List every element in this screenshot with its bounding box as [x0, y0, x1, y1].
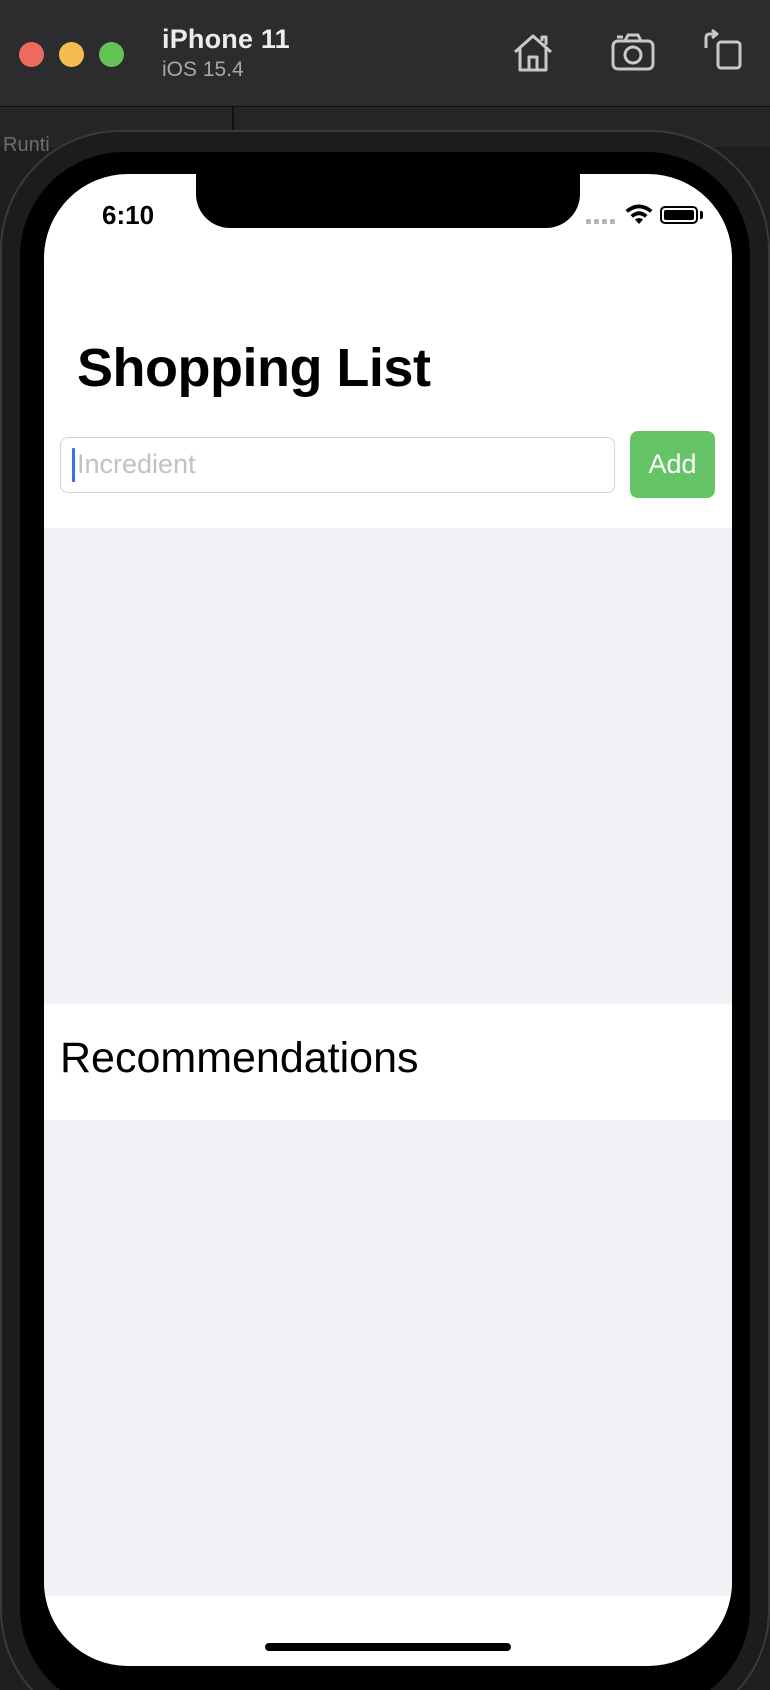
battery-cap	[700, 211, 703, 219]
device-os-version: iOS 15.4	[162, 58, 244, 81]
recommendations-header: Recommendations	[60, 1034, 419, 1082]
wifi-icon	[624, 202, 654, 226]
close-window-button[interactable]	[19, 42, 44, 67]
shopping-list[interactable]	[44, 528, 732, 1004]
screenshot-icon[interactable]	[609, 28, 657, 76]
status-time: 6:10	[102, 200, 155, 230]
simulator-window: iPhone 11 iOS 15.4 Runti 6:10 Shopping L…	[0, 0, 770, 1690]
home-indicator[interactable]	[265, 1643, 511, 1651]
minimize-window-button[interactable]	[59, 42, 84, 67]
text-caret	[72, 448, 75, 482]
ingredient-input[interactable]: Incredient	[60, 437, 615, 493]
add-button[interactable]: Add	[630, 431, 715, 498]
battery-icon	[660, 206, 698, 224]
phone-screen: 6:10 Shopping List Incredient Add Recomm…	[44, 174, 732, 1666]
page-title: Shopping List	[77, 338, 431, 398]
home-icon[interactable]	[509, 28, 557, 76]
ingredient-input-placeholder: Incredient	[77, 449, 196, 479]
zoom-window-button[interactable]	[99, 42, 124, 67]
recommendations-list[interactable]	[44, 1120, 732, 1596]
subbar-divider	[232, 107, 234, 131]
phone-notch	[196, 174, 580, 228]
rotate-icon[interactable]	[700, 28, 748, 76]
cellular-signal-icon	[586, 219, 615, 224]
subbar-label: Runti	[3, 134, 50, 156]
simulator-titlebar: iPhone 11 iOS 15.4	[0, 0, 770, 107]
device-name: iPhone 11	[162, 24, 290, 54]
